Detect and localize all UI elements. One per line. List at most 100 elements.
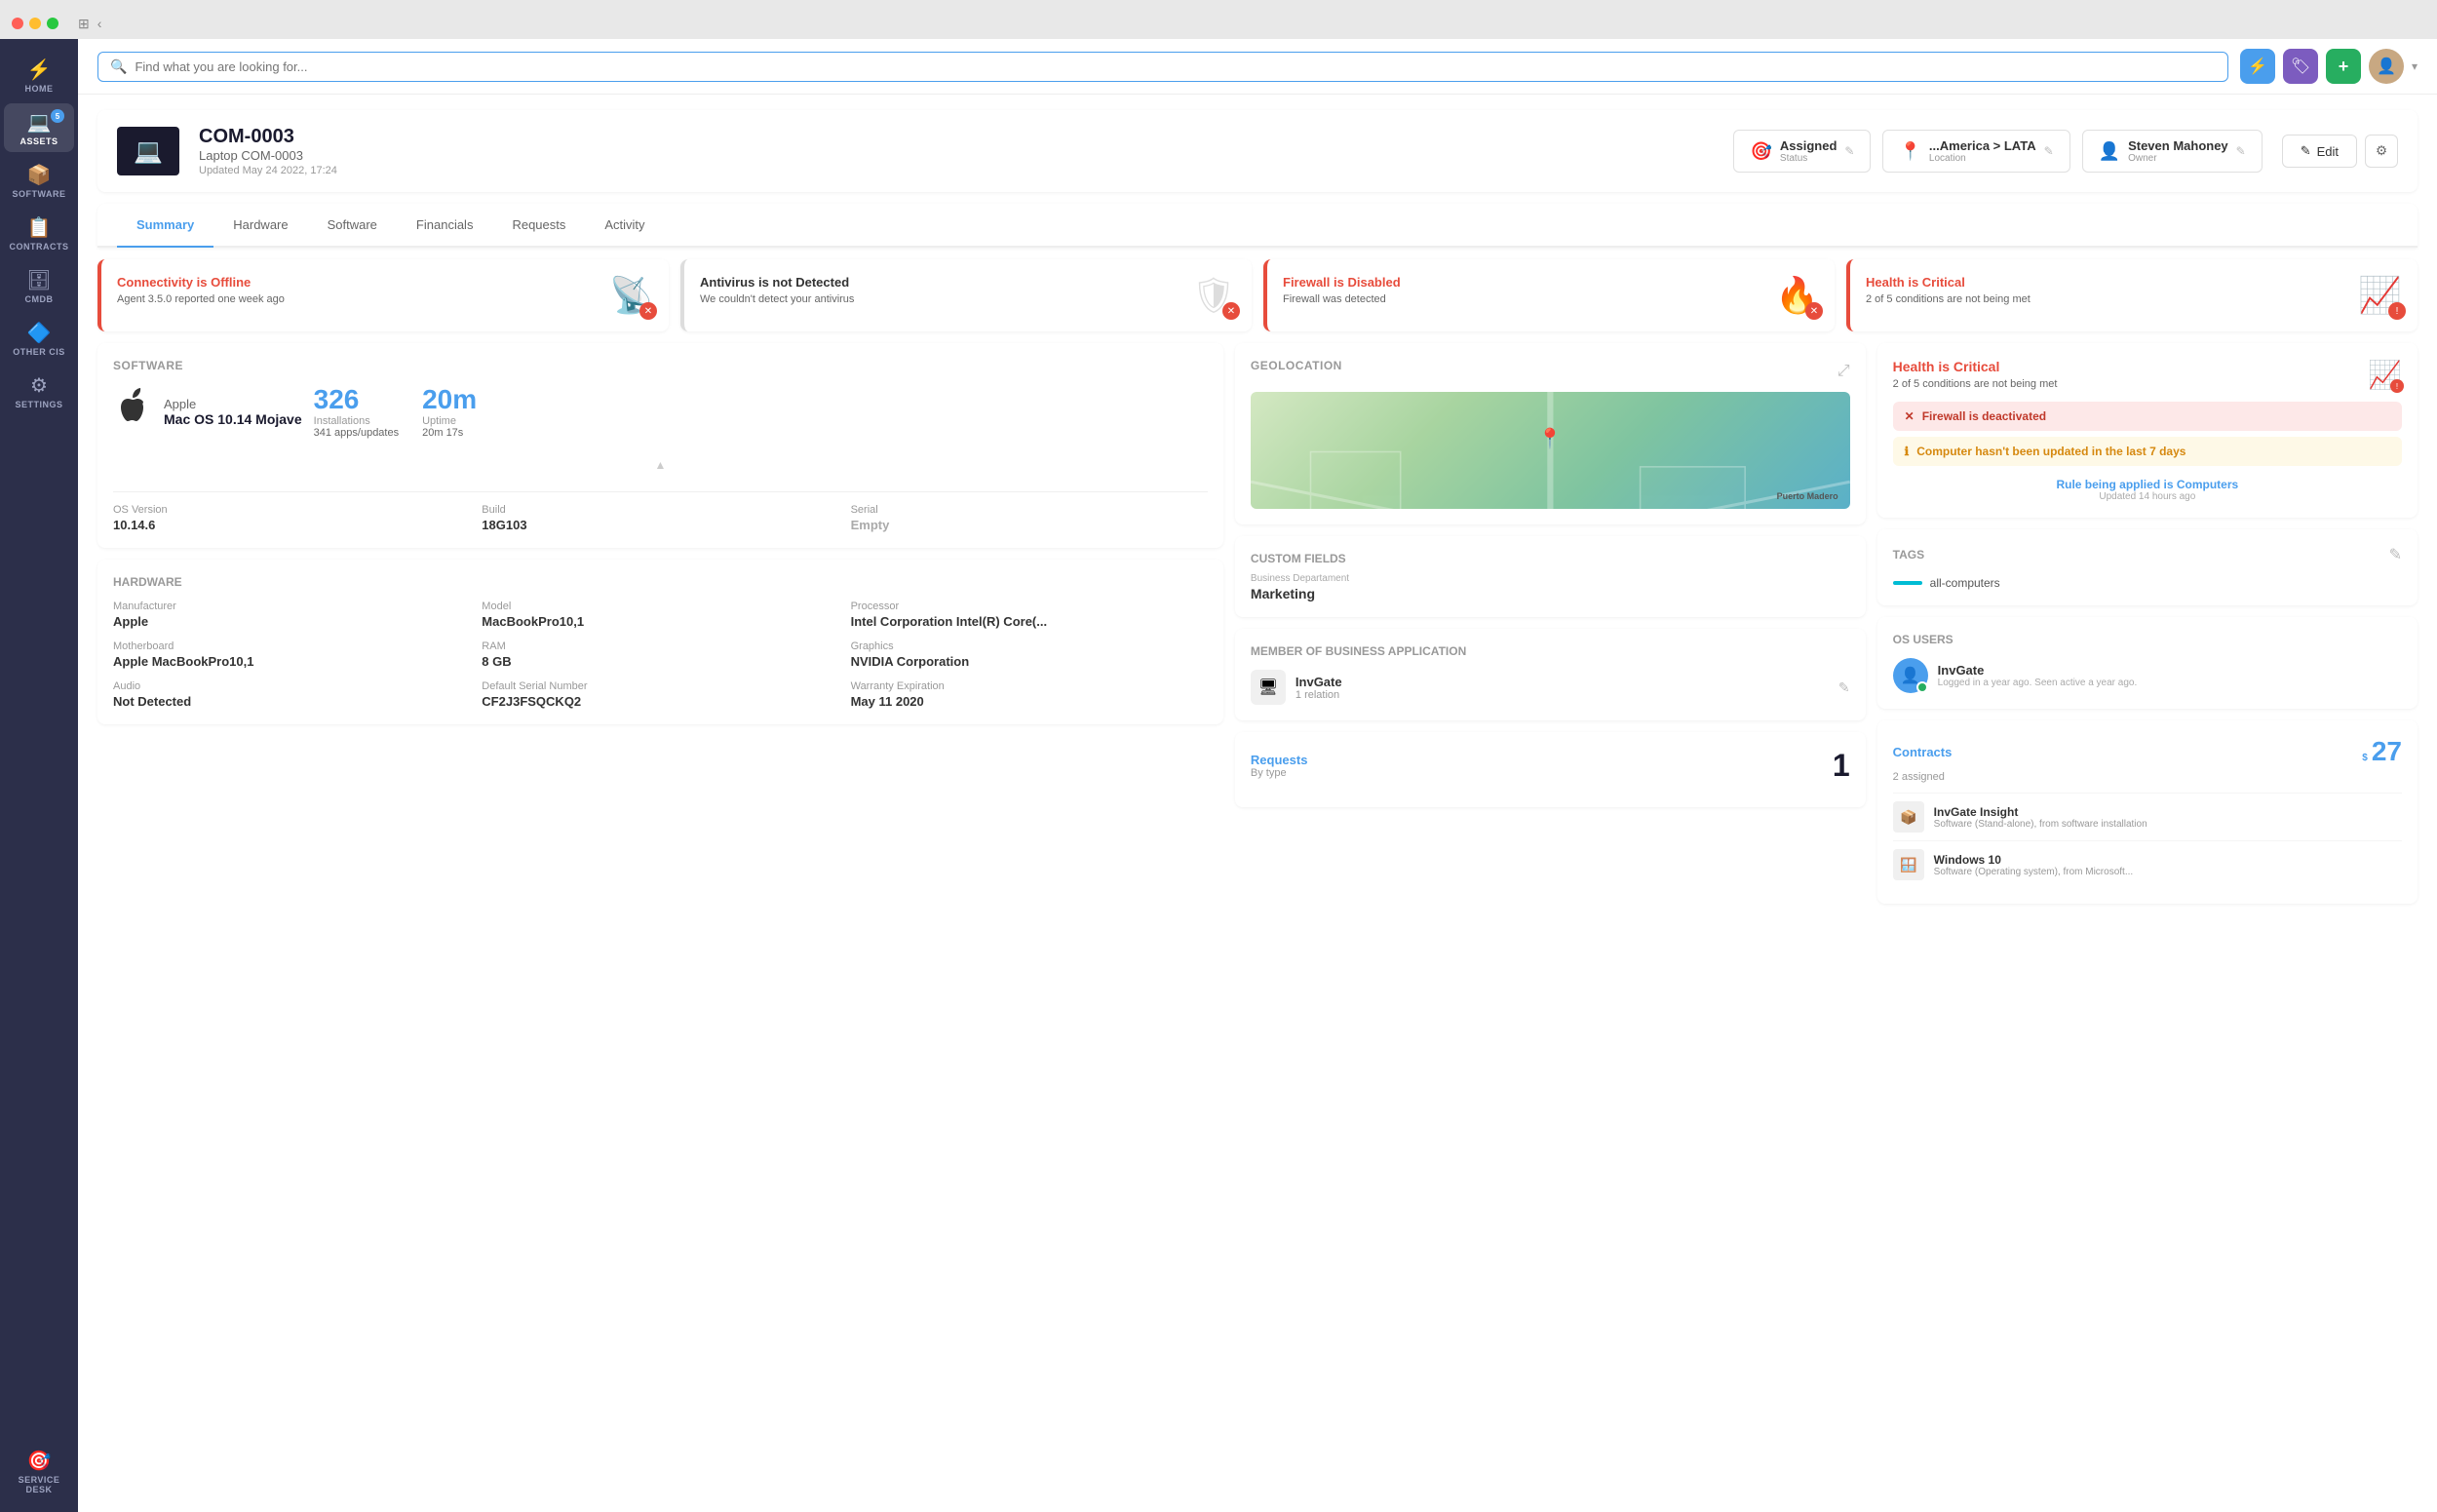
alert-connectivity-content: Connectivity is Offline Agent 3.5.0 repo… bbox=[117, 275, 598, 305]
search-input[interactable] bbox=[135, 59, 2216, 74]
minimize-button[interactable] bbox=[29, 18, 41, 29]
model-item: Model MacBookPro10,1 bbox=[482, 601, 838, 629]
asset-owner[interactable]: 👤 Steven Mahoney Owner ✎ bbox=[2082, 130, 2263, 173]
edit-icon: ✎ bbox=[2301, 143, 2311, 159]
asset-image: 💻 bbox=[117, 127, 179, 175]
geo-expand-icon[interactable]: ⤢ bbox=[1837, 363, 1850, 380]
member-link-icon[interactable]: ✎ bbox=[1838, 679, 1850, 696]
graphics-label: Graphics bbox=[851, 640, 1208, 652]
tab-financials[interactable]: Financials bbox=[397, 204, 493, 248]
add-btn[interactable]: + bbox=[2326, 49, 2361, 84]
tab-hardware[interactable]: Hardware bbox=[213, 204, 307, 248]
user-item: 👤 InvGate Logged in a year ago. Seen act… bbox=[1893, 658, 2402, 693]
os-users-title: OS Users bbox=[1893, 633, 2402, 646]
serial-value: Empty bbox=[851, 518, 1208, 532]
home-icon: ⚡ bbox=[27, 60, 52, 80]
software-collapse-icon[interactable]: ▲ bbox=[113, 454, 1208, 476]
owner-icon: 👤 bbox=[2099, 141, 2120, 162]
tags-header: Tags ✎ bbox=[1893, 545, 2402, 564]
sidebar-item-settings[interactable]: ⚙ SETTINGS bbox=[4, 367, 74, 415]
tag-btn[interactable]: 🏷 bbox=[2283, 49, 2318, 84]
sidebar-toggle-icon[interactable]: ⊞ bbox=[78, 16, 90, 32]
health-alert-firewall: ✕ Firewall is deactivated bbox=[1893, 402, 2402, 431]
software-icon: 📦 bbox=[27, 166, 52, 185]
geo-card: Geolocation ⤢ bbox=[1235, 343, 1866, 524]
settings-button[interactable]: ⚙ bbox=[2365, 135, 2398, 168]
build-label: Build bbox=[482, 504, 838, 516]
owner-edit-icon[interactable]: ✎ bbox=[2236, 144, 2246, 158]
model-label: Model bbox=[482, 601, 838, 612]
tab-activity[interactable]: Activity bbox=[585, 204, 664, 248]
asset-location[interactable]: 📍 ...America > LATA Location ✎ bbox=[1882, 130, 2070, 173]
location-value: ...America > LATA bbox=[1929, 138, 2036, 153]
user-avatar[interactable]: 👤 bbox=[2369, 49, 2404, 84]
requests-title: Requests bbox=[1251, 753, 1308, 767]
asset-subtitle: Laptop COM-0003 bbox=[199, 148, 1714, 163]
sidebar-item-other-cis[interactable]: 🔷 OTHER CIs bbox=[4, 314, 74, 363]
sidebar-item-home[interactable]: ⚡ HOME bbox=[4, 51, 74, 99]
software-card: Software Apple Mac OS 10.14 Mojave 326 bbox=[97, 343, 1223, 548]
processor-item: Processor Intel Corporation Intel(R) Cor… bbox=[851, 601, 1208, 629]
sidebar-item-cmdb[interactable]: 🗄 CMDB bbox=[4, 261, 74, 310]
dept-label: Business Departament bbox=[1251, 573, 1850, 584]
alert-firewall-title: Firewall is Disabled bbox=[1283, 275, 1763, 290]
contracts-count-wrap: $ 27 bbox=[2362, 736, 2402, 767]
audio-item: Audio Not Detected bbox=[113, 680, 470, 709]
avatar-chevron[interactable]: ▾ bbox=[2412, 59, 2418, 73]
serial-label: Serial bbox=[851, 504, 1208, 516]
assets-badge: 5 bbox=[51, 109, 64, 123]
motherboard-item: Motherboard Apple MacBookPro10,1 bbox=[113, 640, 470, 669]
status-label: Status bbox=[1780, 153, 1837, 164]
alert-firewall-desc: Firewall was detected bbox=[1283, 293, 1763, 305]
apple-icon bbox=[113, 387, 152, 436]
software-stats: 326 Installations 341 apps/updates 20m U… bbox=[314, 384, 478, 439]
edit-button[interactable]: ✎ Edit bbox=[2282, 135, 2357, 168]
health-panel-title: Health is Critical bbox=[1893, 359, 2058, 374]
firewall-alert-icon: ✕ bbox=[1905, 409, 1915, 423]
requests-by-type: By type bbox=[1251, 767, 1308, 779]
tab-software[interactable]: Software bbox=[308, 204, 397, 248]
sidebar-item-assets[interactable]: 💻 ASSETS 5 bbox=[4, 103, 74, 152]
tab-requests[interactable]: Requests bbox=[492, 204, 585, 248]
alert-firewall-icon-wrap: 🔥 ✕ bbox=[1775, 275, 1819, 316]
sidebar-item-service-desk[interactable]: 🎯 SERVICE DESK bbox=[4, 1442, 74, 1500]
sidebar-label-assets: ASSETS bbox=[19, 136, 58, 146]
stat-installations: 326 Installations 341 apps/updates bbox=[314, 384, 399, 439]
tags-edit-icon[interactable]: ✎ bbox=[2389, 545, 2402, 564]
tab-summary[interactable]: Summary bbox=[117, 204, 213, 248]
health-panel-subtitle: 2 of 5 conditions are not being met bbox=[1893, 378, 2058, 390]
asset-updated: Updated May 24 2022, 17:24 bbox=[199, 165, 1714, 176]
traffic-lights bbox=[12, 18, 58, 29]
sidebar-item-contracts[interactable]: 📋 CONTRACTS bbox=[4, 209, 74, 257]
requests-card: Requests By type 1 bbox=[1235, 732, 1866, 807]
custom-fields-title: Custom Fields bbox=[1251, 552, 1850, 565]
maximize-button[interactable] bbox=[47, 18, 58, 29]
alert-connectivity-desc: Agent 3.5.0 reported one week ago bbox=[117, 293, 598, 305]
invgate-btn[interactable]: ⚡ bbox=[2240, 49, 2275, 84]
sidebar-item-software[interactable]: 📦 SOFTWARE bbox=[4, 156, 74, 205]
location-edit-icon[interactable]: ✎ bbox=[2044, 144, 2054, 158]
alert-firewall: Firewall is Disabled Firewall was detect… bbox=[1263, 259, 1835, 331]
health-updated: Updated 14 hours ago bbox=[1893, 491, 2402, 502]
map-label: Puerto Madero bbox=[1777, 491, 1838, 501]
user-avatar-icon: 👤 bbox=[1893, 658, 1928, 693]
asset-status[interactable]: 🎯 Assigned Status ✎ bbox=[1733, 130, 1871, 173]
tag-item: all-computers bbox=[1893, 576, 2402, 590]
contract-icon-0: 📦 bbox=[1893, 801, 1924, 833]
status-edit-icon[interactable]: ✎ bbox=[1844, 144, 1854, 158]
contract-name-0: InvGate Insight bbox=[1934, 805, 2147, 819]
asset-actions: ✎ Edit ⚙ bbox=[2282, 135, 2398, 168]
os-version-label: OS Version bbox=[113, 504, 470, 516]
main-area: 🔍 ⚡ 🏷 + 👤 ▾ bbox=[78, 39, 2437, 1512]
back-icon[interactable]: ‹ bbox=[97, 16, 102, 32]
ram-label: RAM bbox=[482, 640, 838, 652]
ram-item: RAM 8 GB bbox=[482, 640, 838, 669]
close-button[interactable] bbox=[12, 18, 23, 29]
health-rule-value: Computers bbox=[2177, 478, 2238, 491]
alert-antivirus-desc: We couldn't detect your antivirus bbox=[700, 293, 1180, 305]
tabs-bar: Summary Hardware Software Financials Req… bbox=[97, 204, 2418, 248]
dept-value: Marketing bbox=[1251, 586, 1850, 601]
ram-value: 8 GB bbox=[482, 654, 838, 669]
os-users: OS Users 👤 InvGate Logged in a year ago.… bbox=[1877, 617, 2418, 709]
build-item: Build 18G103 bbox=[482, 504, 838, 532]
